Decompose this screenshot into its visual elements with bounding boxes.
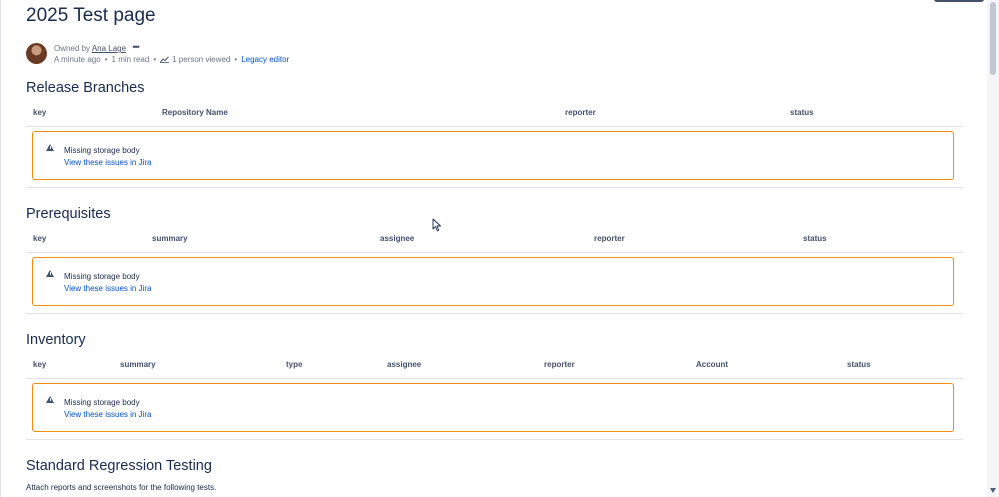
views-count[interactable]: 1 person viewed (172, 55, 230, 64)
view-issues-link[interactable]: View these issues in Jira (64, 410, 151, 419)
column-header[interactable]: status (790, 108, 814, 117)
column-header[interactable]: summary (152, 234, 188, 243)
byline-meta-line: A minute ago • 1 min read • 1 person viewed •… (54, 55, 290, 64)
table-header: key Repository Name reporter status (26, 102, 963, 127)
read-time: 1 min read (111, 55, 150, 64)
regression-description: Attach reports and screenshots for the f… (26, 483, 217, 492)
scroll-down-arrow-icon[interactable] (990, 488, 996, 493)
table-body: Missing storage body View these issues i… (26, 379, 963, 440)
warning-box: Missing storage body View these issues i… (32, 383, 954, 432)
section-heading-release-branches: Release Branches (26, 80, 145, 96)
warning-icon (46, 144, 54, 151)
warning-icon (46, 270, 54, 277)
scrollbar-thumb[interactable] (990, 2, 996, 75)
owned-by-label: Owned by (54, 44, 91, 53)
jira-table-release-branches: key Repository Name reporter status Miss… (26, 102, 963, 188)
warning-text: Missing storage body (64, 272, 140, 281)
chart-icon (160, 56, 170, 63)
table-body: Missing storage body View these issues i… (26, 253, 963, 314)
avatar[interactable] (26, 43, 47, 64)
page-edge (0, 0, 1, 497)
table-body: Missing storage body View these issues i… (26, 127, 963, 188)
column-header[interactable]: status (803, 234, 827, 243)
table-header: key summary assignee reporter status (26, 228, 963, 253)
column-header[interactable]: type (286, 360, 302, 369)
view-issues-link[interactable]: View these issues in Jira (64, 158, 151, 167)
column-header[interactable]: reporter (565, 108, 596, 117)
updated-time: A minute ago (54, 55, 101, 64)
column-header[interactable]: summary (120, 360, 156, 369)
column-header[interactable]: Repository Name (162, 108, 228, 117)
column-header[interactable]: key (33, 234, 46, 243)
owner-link[interactable]: Ana Lage (92, 44, 126, 53)
warning-icon (46, 396, 54, 403)
more-icon[interactable]: ••• (132, 42, 140, 52)
vertical-scrollbar[interactable] (987, 0, 999, 497)
column-header[interactable]: status (847, 360, 871, 369)
section-heading-prerequisites: Prerequisites (26, 206, 111, 222)
section-heading-standard-regression-testing: Standard Regression Testing (26, 458, 212, 474)
top-action-button[interactable] (934, 0, 984, 2)
column-header[interactable]: Account (696, 360, 728, 369)
jira-table-inventory: key summary type assignee reporter Accou… (26, 354, 963, 440)
page-title: 2025 Test page (26, 5, 156, 26)
column-header[interactable]: key (33, 108, 46, 117)
warning-box: Missing storage body View these issues i… (32, 257, 954, 306)
warning-box: Missing storage body View these issues i… (32, 131, 954, 180)
view-issues-link[interactable]: View these issues in Jira (64, 284, 151, 293)
byline-owner-line: Owned by Ana Lage ••• (54, 42, 140, 53)
column-header[interactable]: assignee (380, 234, 414, 243)
section-heading-inventory: Inventory (26, 332, 86, 348)
column-header[interactable]: key (33, 360, 46, 369)
jira-table-prerequisites: key summary assignee reporter status Mis… (26, 228, 963, 314)
column-header[interactable]: reporter (594, 234, 625, 243)
table-header: key summary type assignee reporter Accou… (26, 354, 963, 379)
warning-text: Missing storage body (64, 398, 140, 407)
column-header[interactable]: reporter (544, 360, 575, 369)
column-header[interactable]: assignee (387, 360, 421, 369)
warning-text: Missing storage body (64, 146, 140, 155)
legacy-editor-link[interactable]: Legacy editor (241, 55, 289, 64)
mouse-pointer-icon (432, 218, 441, 232)
